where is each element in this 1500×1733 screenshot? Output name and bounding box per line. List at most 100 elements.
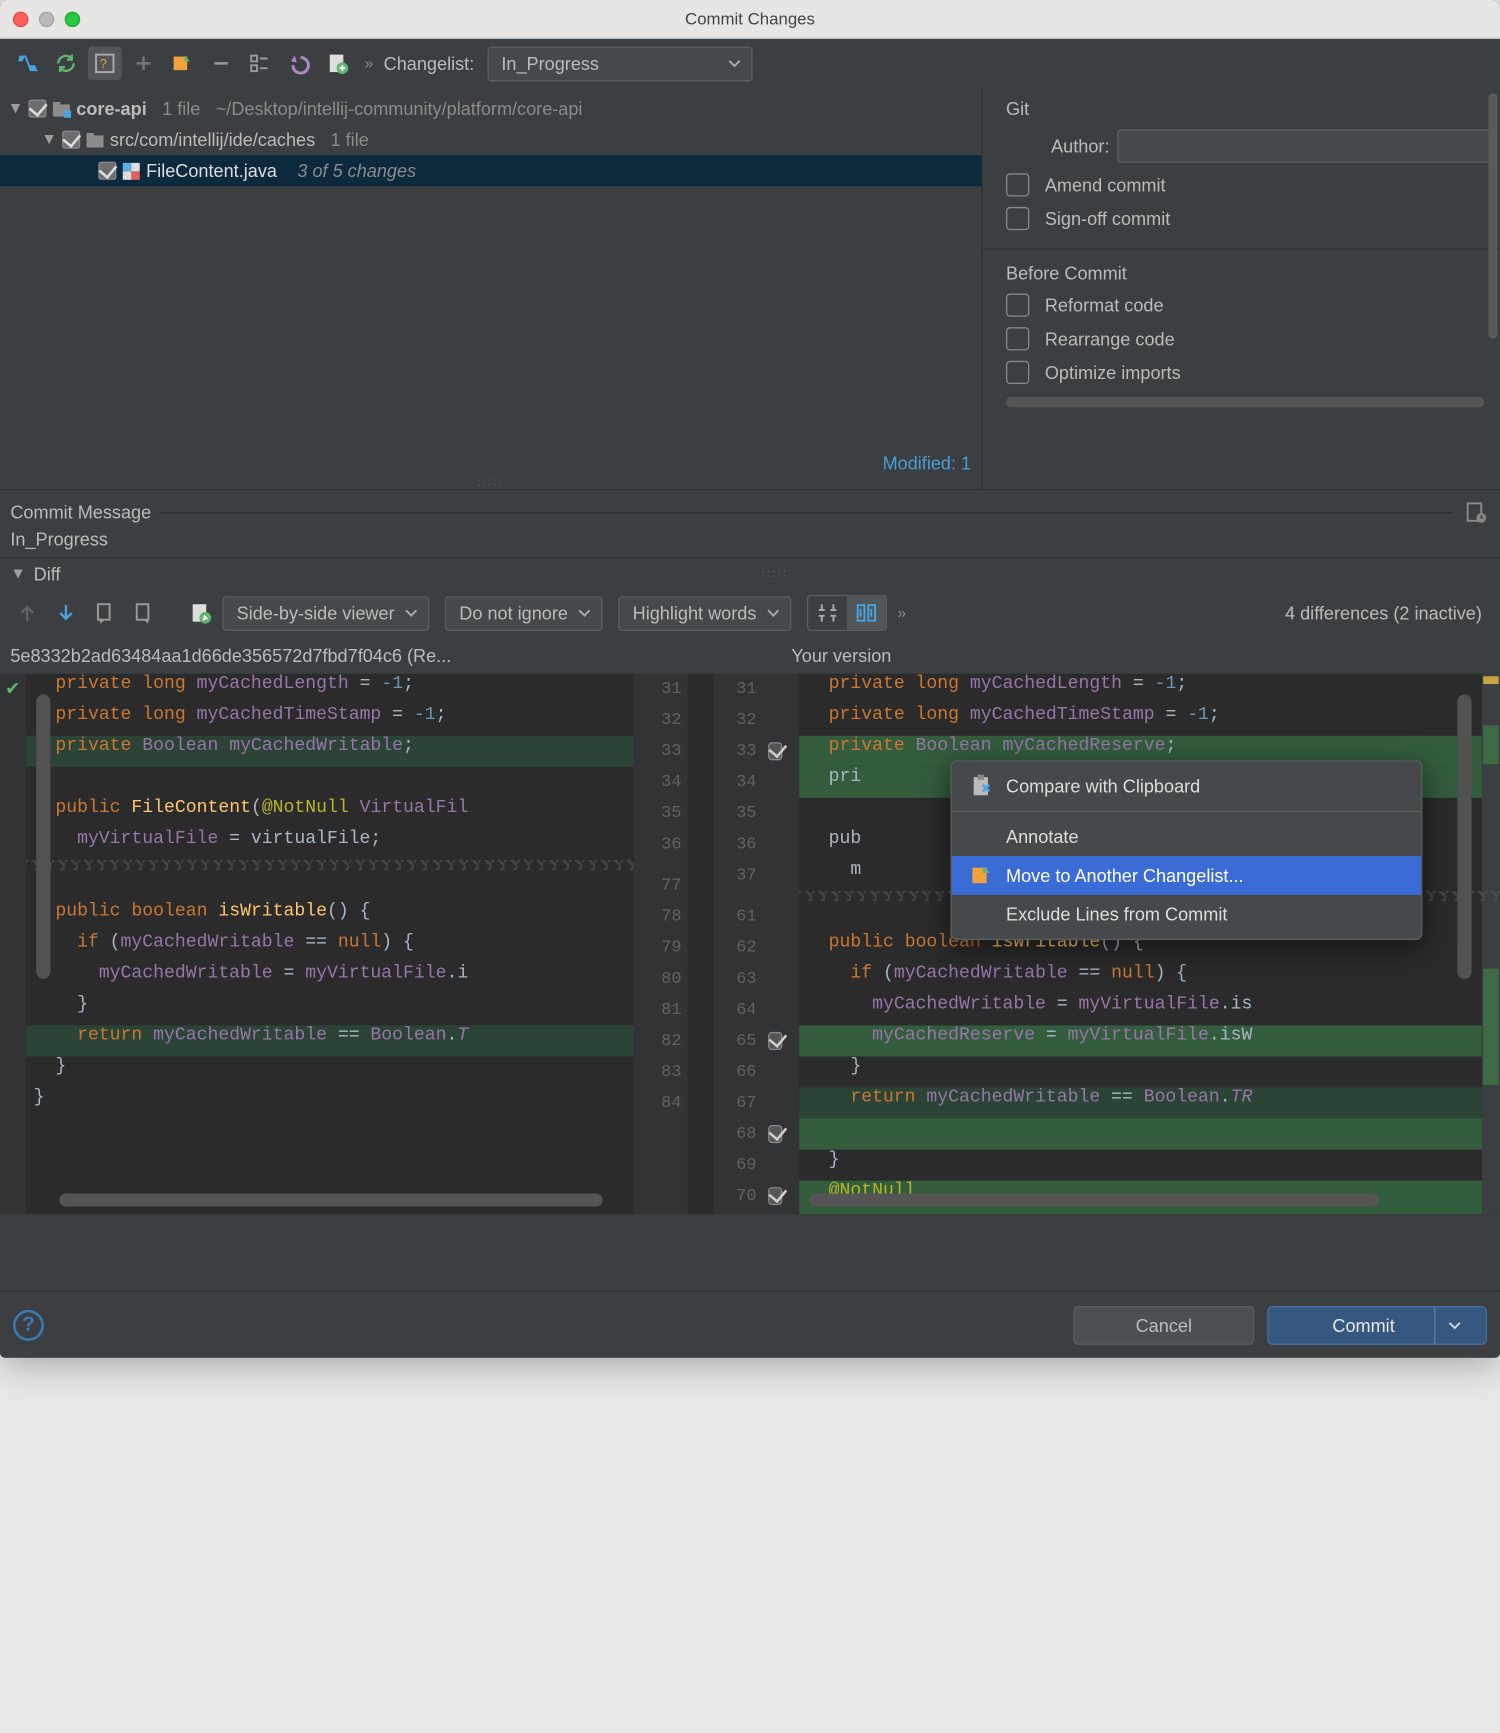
include-line-checkbox[interactable] [763,1181,786,1212]
include-line-checkbox[interactable] [763,963,786,994]
include-line-checkbox[interactable] [763,767,786,798]
checkbox[interactable] [1006,173,1029,196]
commit-message-input[interactable]: In_Progress [0,529,1500,557]
help-button[interactable]: ? [13,1309,44,1340]
code-line[interactable]: } [799,1150,1500,1181]
viewer-mode-dropdown[interactable]: Side-by-side viewer [222,595,429,630]
horizontal-scrollbar[interactable] [809,1194,1378,1207]
diff-viewer[interactable]: ✔ private long myCachedLength = -1; priv… [0,674,1500,1215]
refresh-icon[interactable] [49,47,83,81]
code-line[interactable]: if (myCachedWritable == null) { [26,932,634,963]
include-line-checkbox[interactable] [763,994,786,1025]
tree-package-row[interactable]: src/com/intellij/ide/caches 1 file [0,124,981,155]
code-line[interactable]: myCachedWritable = myVirtualFile.i [26,963,634,994]
include-line-checkbox[interactable] [763,901,786,932]
include-line-checkbox[interactable] [763,860,786,891]
include-line-checkbox[interactable] [763,1088,786,1119]
code-line[interactable]: private long myCachedTimeStamp = -1; [26,705,634,736]
code-line[interactable]: private Boolean myCachedWritable; [26,736,634,767]
revert-icon[interactable] [282,47,316,81]
code-line[interactable]: public boolean isWritable() { [26,901,634,932]
include-line-checkbox[interactable] [763,1025,786,1056]
include-line-checkbox[interactable] [763,1056,786,1087]
code-line[interactable] [799,1212,1500,1215]
sync-scroll-icon[interactable] [847,596,886,630]
checkbox[interactable] [1006,361,1029,384]
include-line-checkbox[interactable] [763,829,786,860]
include-line-checkbox[interactable] [763,1150,786,1181]
menu-compare-clipboard[interactable]: Compare with Clipboard [952,767,1421,806]
remove-icon[interactable] [204,47,238,81]
code-line[interactable]: private long myCachedLength = -1; [799,674,1500,705]
resize-grip-icon[interactable]: ::::: [0,476,981,489]
code-line[interactable]: return myCachedWritable == Boolean.T [26,1025,634,1056]
expand-toolbar-icon[interactable]: » [897,604,906,622]
changes-tree[interactable]: core-api 1 file ~/Desktop/intellij-commu… [0,88,981,447]
expand-triangle-icon[interactable] [8,101,24,117]
right-code-pane[interactable]: private long myCachedLength = -1; privat… [799,674,1500,1215]
new-changelist-icon[interactable] [321,47,355,81]
code-line[interactable]: private long myCachedTimeStamp = -1; [799,705,1500,736]
partial-commit-gutter[interactable] [763,674,799,1215]
reformat-row[interactable]: Reformat code [1006,294,1492,317]
code-line[interactable]: } [26,1088,634,1119]
commit-dropdown-icon[interactable] [1434,1307,1474,1343]
error-stripe[interactable] [1482,674,1500,1215]
checkbox[interactable] [1006,294,1029,317]
diff-section[interactable]: Diff ::::: [0,557,1500,588]
optimize-row[interactable]: Optimize imports [1006,361,1492,384]
vertical-scrollbar[interactable] [36,694,50,978]
ignore-mode-dropdown[interactable]: Do not ignore [445,595,603,630]
tree-file-row[interactable]: FileContent.java 3 of 5 changes [0,155,981,186]
collapse-toggle[interactable] [807,595,887,631]
cancel-button[interactable]: Cancel [1073,1305,1254,1344]
checkbox[interactable] [62,131,80,149]
include-line-checkbox[interactable] [763,1212,786,1215]
expand-toolbar-icon[interactable]: » [365,54,374,72]
show-diff-icon[interactable] [10,47,44,81]
menu-exclude-lines[interactable]: Exclude Lines from Commit [952,895,1421,934]
checkbox[interactable] [1006,207,1029,230]
collapse-unchanged-icon[interactable] [808,596,847,630]
code-line[interactable]: private long myCachedLength = -1; [26,674,634,705]
changelist-dropdown[interactable]: In_Progress [487,46,753,81]
expand-triangle-icon[interactable] [41,132,57,148]
expand-triangle-icon[interactable] [10,566,26,582]
code-line[interactable]: myCachedWritable = myVirtualFile.is [799,994,1500,1025]
code-line[interactable] [26,870,634,901]
prev-diff-icon[interactable] [10,596,44,630]
include-line-checkbox[interactable] [763,674,786,705]
code-line[interactable] [799,1119,1500,1150]
highlight-mode-dropdown[interactable]: Highlight words [618,595,791,630]
code-line[interactable]: } [799,1056,1500,1087]
menu-move-changelist[interactable]: Move to Another Changelist... [952,856,1421,895]
vertical-scrollbar[interactable] [1488,93,1497,339]
add-icon[interactable] [127,47,161,81]
checkbox[interactable] [98,162,116,180]
code-line[interactable]: } [26,1056,634,1087]
horizontal-scrollbar[interactable] [1006,397,1484,407]
code-line[interactable]: public FileContent(@NotNull VirtualFil [26,798,634,829]
checkbox[interactable] [1006,327,1029,350]
compare-next-file-icon[interactable] [127,596,161,630]
code-line[interactable] [26,767,634,798]
code-line[interactable]: myCachedReserve = myVirtualFile.isW [799,1025,1500,1056]
menu-annotate[interactable]: Annotate [952,817,1421,856]
next-diff-icon[interactable] [49,596,83,630]
include-line-checkbox[interactable] [763,736,786,767]
compare-prev-file-icon[interactable] [88,596,122,630]
rearrange-row[interactable]: Rearrange code [1006,327,1492,350]
author-input[interactable] [1117,129,1492,163]
amend-row[interactable]: Amend commit [1006,173,1492,196]
vertical-scrollbar[interactable] [1457,694,1471,978]
move-to-changelist-icon[interactable] [166,47,200,81]
include-line-checkbox[interactable] [763,798,786,829]
left-code-pane[interactable]: private long myCachedLength = -1; privat… [26,674,634,1215]
code-line[interactable]: if (myCachedWritable == null) { [799,963,1500,994]
code-line[interactable]: myVirtualFile = virtualFile; [26,829,634,860]
horizontal-scrollbar[interactable] [59,1194,602,1207]
code-line[interactable]: return myCachedWritable == Boolean.TR [799,1088,1500,1119]
signoff-row[interactable]: Sign-off commit [1006,207,1492,230]
commit-button[interactable]: Commit [1267,1305,1487,1344]
code-line[interactable]: } [26,994,634,1025]
